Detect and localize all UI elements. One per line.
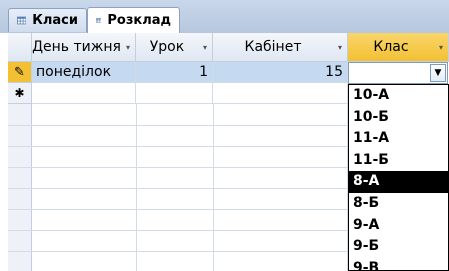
grid-line [8,125,348,126]
tab-strip: Класи Розклад [0,0,449,33]
grid-line [8,146,348,147]
grid-line [8,167,348,168]
tab-label: Розклад [107,13,171,28]
row-selector-edit[interactable]: ✎ [8,62,32,83]
cell-day[interactable] [32,83,136,104]
dropdown-option[interactable]: 10-Б [349,107,448,129]
column-header-day[interactable]: День тижня ▾ [32,33,136,62]
dropdown-option[interactable]: 11-А [349,128,448,150]
dropdown-option[interactable]: 9-Б [349,236,448,258]
column-header-class[interactable]: Клас ▾ [348,33,449,62]
grid-line [8,230,348,231]
select-all-corner[interactable] [8,33,32,62]
dropdown-option[interactable]: 11-Б [349,150,448,172]
cell-room[interactable]: 15 [213,62,348,83]
column-header-label: Клас [373,39,409,55]
cell-day[interactable]: понеділок [32,62,136,83]
chevron-down-icon[interactable]: ▼ [430,64,446,82]
cell-lesson[interactable] [136,83,213,104]
dropdown-option[interactable]: 9-А [349,215,448,237]
sort-arrow-icon[interactable]: ▾ [198,43,212,52]
column-header-room[interactable]: Кабінет ▾ [213,33,348,62]
dropdown-option[interactable]: 9-В [349,258,448,270]
sort-arrow-icon[interactable]: ▾ [434,43,448,52]
tab-label: Класи [32,13,78,28]
table-icon [96,18,102,23]
cell-room[interactable] [213,83,348,104]
new-record-icon: ✱ [14,86,25,100]
datasheet-grid: День тижня ▾ Урок ▾ Кабінет ▾ Клас ▾ ✎ п… [8,33,449,271]
table-row-new [32,83,349,104]
dropdown-option[interactable]: 8-Б [349,193,448,215]
tab-rozklad[interactable]: Розклад [87,7,180,33]
column-header-lesson[interactable]: Урок ▾ [136,33,213,62]
dropdown-option[interactable]: 8-А [349,171,448,193]
column-header-label: Кабінет [244,39,302,55]
column-header-label: Урок [149,39,185,55]
grid-line [8,188,348,189]
sort-arrow-icon[interactable]: ▾ [333,43,347,52]
sort-arrow-icon[interactable]: ▾ [121,43,135,52]
row-selector-new[interactable]: ✱ [8,83,32,104]
tab-klasy[interactable]: Класи [8,8,87,32]
table-icon [17,16,27,25]
grid-line [8,209,348,210]
class-dropdown-list[interactable]: 10-А 10-Б 11-А 11-Б 8-А 8-Б 9-А 9-Б 9-В [348,84,449,271]
column-header-label: День тижня [32,39,121,55]
grid-line [8,251,348,252]
dropdown-option[interactable]: 10-А [349,85,448,107]
class-combo-input[interactable]: ▼ [348,62,448,84]
pencil-icon: ✎ [14,64,25,80]
cell-lesson[interactable]: 1 [136,62,213,83]
